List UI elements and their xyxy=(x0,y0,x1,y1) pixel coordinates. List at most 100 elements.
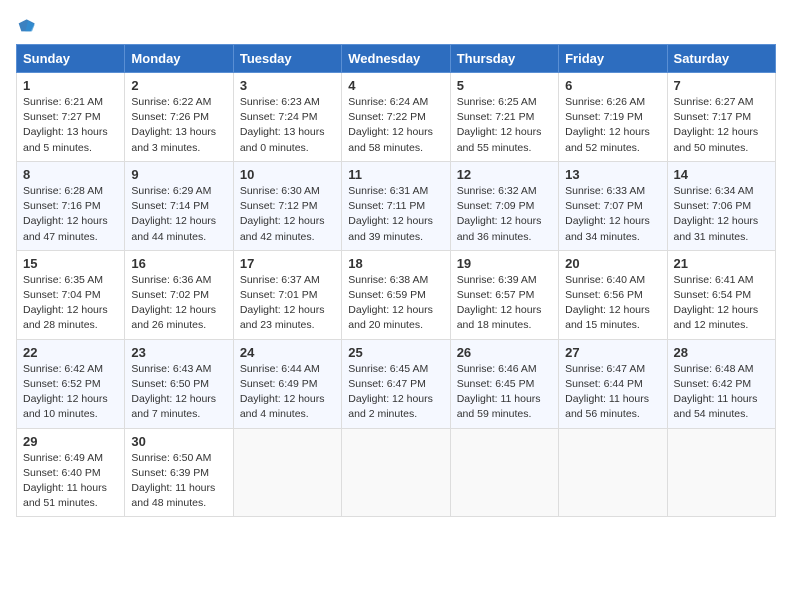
day-line: and 18 minutes. xyxy=(457,318,552,333)
day-line: Sunrise: 6:32 AM xyxy=(457,184,552,199)
calendar-cell xyxy=(450,428,558,517)
day-line: and 7 minutes. xyxy=(131,407,226,422)
day-content: Sunrise: 6:25 AMSunset: 7:21 PMDaylight:… xyxy=(457,95,552,156)
calendar-cell: 10Sunrise: 6:30 AMSunset: 7:12 PMDayligh… xyxy=(233,161,341,250)
day-content: Sunrise: 6:41 AMSunset: 6:54 PMDaylight:… xyxy=(674,273,769,334)
day-line: Sunrise: 6:49 AM xyxy=(23,451,118,466)
day-line: and 52 minutes. xyxy=(565,141,660,156)
calendar-cell: 14Sunrise: 6:34 AMSunset: 7:06 PMDayligh… xyxy=(667,161,775,250)
day-line: Sunset: 6:54 PM xyxy=(674,288,769,303)
day-line: Sunrise: 6:39 AM xyxy=(457,273,552,288)
day-line: Daylight: 12 hours xyxy=(23,303,118,318)
calendar-cell: 5Sunrise: 6:25 AMSunset: 7:21 PMDaylight… xyxy=(450,73,558,162)
day-line: Sunset: 6:44 PM xyxy=(565,377,660,392)
day-content: Sunrise: 6:36 AMSunset: 7:02 PMDaylight:… xyxy=(131,273,226,334)
day-content: Sunrise: 6:24 AMSunset: 7:22 PMDaylight:… xyxy=(348,95,443,156)
day-line: Daylight: 13 hours xyxy=(23,125,118,140)
day-line: Sunset: 7:22 PM xyxy=(348,110,443,125)
day-line: Sunrise: 6:27 AM xyxy=(674,95,769,110)
day-line: and 48 minutes. xyxy=(131,496,226,511)
calendar-cell: 7 Sunrise: 6:27 AMSunset: 7:17 PMDaylight… xyxy=(667,73,775,162)
day-line: and 58 minutes. xyxy=(348,141,443,156)
calendar-cell: 29Sunrise: 6:49 AMSunset: 6:40 PMDayligh… xyxy=(17,428,125,517)
day-line: Daylight: 11 hours xyxy=(23,481,118,496)
calendar-cell: 23Sunrise: 6:43 AMSunset: 6:50 PMDayligh… xyxy=(125,339,233,428)
day-line: Sunrise: 6:26 AM xyxy=(565,95,660,110)
day-line: Daylight: 12 hours xyxy=(131,303,226,318)
day-line: and 5 minutes. xyxy=(23,141,118,156)
day-line: Daylight: 12 hours xyxy=(565,214,660,229)
day-line: Sunrise: 6:21 AM xyxy=(23,95,118,110)
day-content: Sunrise: 6:45 AMSunset: 6:47 PMDaylight:… xyxy=(348,362,443,423)
calendar-cell: 8Sunrise: 6:28 AMSunset: 7:16 PMDaylight… xyxy=(17,161,125,250)
day-line: Sunrise: 6:41 AM xyxy=(674,273,769,288)
day-content: Sunrise: 6:47 AMSunset: 6:44 PMDaylight:… xyxy=(565,362,660,423)
day-line: and 31 minutes. xyxy=(674,230,769,245)
calendar-cell: 28Sunrise: 6:48 AMSunset: 6:42 PMDayligh… xyxy=(667,339,775,428)
calendar-cell: 19Sunrise: 6:39 AMSunset: 6:57 PMDayligh… xyxy=(450,250,558,339)
day-line: Sunset: 7:09 PM xyxy=(457,199,552,214)
day-line: Sunrise: 6:48 AM xyxy=(674,362,769,377)
calendar-header-sunday: Sunday xyxy=(17,45,125,73)
day-line: Sunrise: 6:50 AM xyxy=(131,451,226,466)
day-line: Sunset: 6:52 PM xyxy=(23,377,118,392)
calendar-cell xyxy=(233,428,341,517)
day-content: Sunrise: 6:37 AMSunset: 7:01 PMDaylight:… xyxy=(240,273,335,334)
day-number: 8 xyxy=(23,167,118,182)
day-line: and 23 minutes. xyxy=(240,318,335,333)
calendar-cell: 22Sunrise: 6:42 AMSunset: 6:52 PMDayligh… xyxy=(17,339,125,428)
day-number: 28 xyxy=(674,345,769,360)
day-number: 9 xyxy=(131,167,226,182)
calendar-cell: 25Sunrise: 6:45 AMSunset: 6:47 PMDayligh… xyxy=(342,339,450,428)
day-line: Sunset: 7:02 PM xyxy=(131,288,226,303)
day-line: Daylight: 12 hours xyxy=(131,392,226,407)
calendar-cell: 20Sunrise: 6:40 AMSunset: 6:56 PMDayligh… xyxy=(559,250,667,339)
day-number: 7 xyxy=(674,78,769,93)
day-line: Sunrise: 6:45 AM xyxy=(348,362,443,377)
day-line: and 44 minutes. xyxy=(131,230,226,245)
day-line: Sunset: 6:59 PM xyxy=(348,288,443,303)
calendar-cell: 2Sunrise: 6:22 AMSunset: 7:26 PMDaylight… xyxy=(125,73,233,162)
day-line: Sunset: 6:45 PM xyxy=(457,377,552,392)
day-line: and 2 minutes. xyxy=(348,407,443,422)
day-line: Sunrise: 6:40 AM xyxy=(565,273,660,288)
day-line: Sunset: 7:06 PM xyxy=(674,199,769,214)
logo-icon xyxy=(16,16,36,36)
day-line: and 4 minutes. xyxy=(240,407,335,422)
day-line: Sunrise: 6:46 AM xyxy=(457,362,552,377)
day-line: Sunset: 6:47 PM xyxy=(348,377,443,392)
day-line: and 39 minutes. xyxy=(348,230,443,245)
day-line: Sunrise: 6:38 AM xyxy=(348,273,443,288)
day-content: Sunrise: 6:46 AMSunset: 6:45 PMDaylight:… xyxy=(457,362,552,423)
day-line: Sunset: 6:56 PM xyxy=(565,288,660,303)
day-line: and 54 minutes. xyxy=(674,407,769,422)
day-line: Sunrise: 6:36 AM xyxy=(131,273,226,288)
day-line: Daylight: 12 hours xyxy=(348,392,443,407)
calendar-cell: 4Sunrise: 6:24 AMSunset: 7:22 PMDaylight… xyxy=(342,73,450,162)
day-line: Sunset: 7:26 PM xyxy=(131,110,226,125)
day-line: Sunrise: 6:44 AM xyxy=(240,362,335,377)
day-line: Sunrise: 6:31 AM xyxy=(348,184,443,199)
day-content: Sunrise: 6:27 AMSunset: 7:17 PMDaylight:… xyxy=(674,95,769,156)
day-content: Sunrise: 6:30 AMSunset: 7:12 PMDaylight:… xyxy=(240,184,335,245)
day-line: Sunset: 7:12 PM xyxy=(240,199,335,214)
day-content: Sunrise: 6:23 AMSunset: 7:24 PMDaylight:… xyxy=(240,95,335,156)
day-line: and 15 minutes. xyxy=(565,318,660,333)
day-line: Sunrise: 6:29 AM xyxy=(131,184,226,199)
calendar-cell: 26Sunrise: 6:46 AMSunset: 6:45 PMDayligh… xyxy=(450,339,558,428)
day-number: 3 xyxy=(240,78,335,93)
day-content: Sunrise: 6:31 AMSunset: 7:11 PMDaylight:… xyxy=(348,184,443,245)
day-line: Daylight: 12 hours xyxy=(23,392,118,407)
day-line: Daylight: 12 hours xyxy=(457,303,552,318)
day-line: Daylight: 12 hours xyxy=(23,214,118,229)
day-number: 6 xyxy=(565,78,660,93)
calendar-header-wednesday: Wednesday xyxy=(342,45,450,73)
day-content: Sunrise: 6:38 AMSunset: 6:59 PMDaylight:… xyxy=(348,273,443,334)
day-line: Sunset: 7:27 PM xyxy=(23,110,118,125)
day-line: Daylight: 12 hours xyxy=(674,214,769,229)
day-line: Daylight: 13 hours xyxy=(131,125,226,140)
day-line: and 0 minutes. xyxy=(240,141,335,156)
day-number: 19 xyxy=(457,256,552,271)
calendar-cell xyxy=(667,428,775,517)
day-content: Sunrise: 6:44 AMSunset: 6:49 PMDaylight:… xyxy=(240,362,335,423)
